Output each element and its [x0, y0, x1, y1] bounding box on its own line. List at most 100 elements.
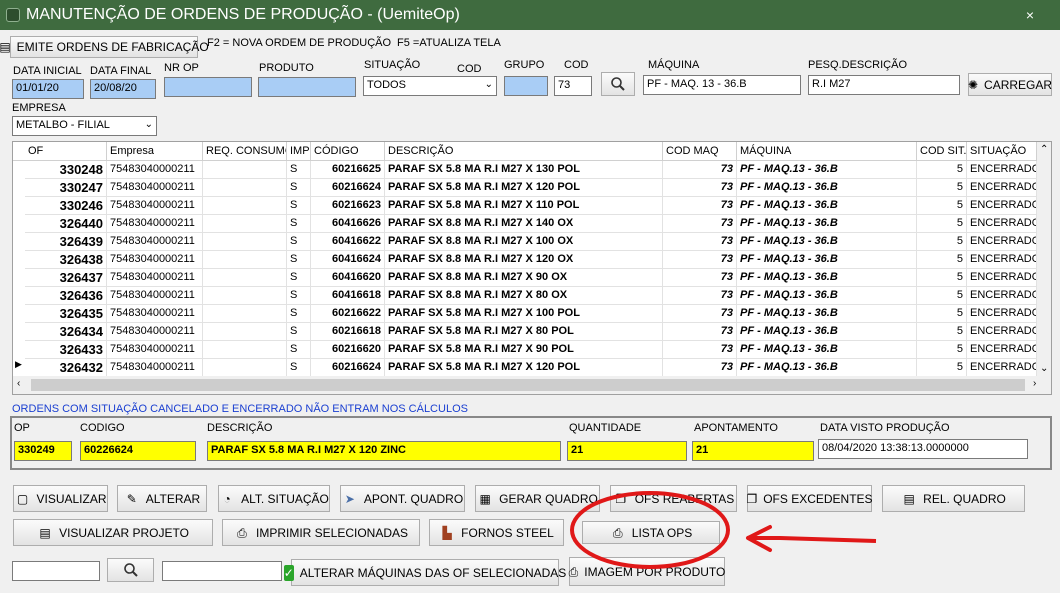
column-header[interactable]: MÁQUINA — [737, 142, 917, 161]
table-row[interactable]: 326433 75483040000211 S 60216620 PARAF SX 5.… — [13, 341, 1037, 359]
table-row[interactable]: 326438 75483040000211 S 60416624 PARAF SX 8.… — [13, 251, 1037, 269]
table-row[interactable]: 330246 75483040000211 S 60216623 PARAF SX 5.… — [13, 197, 1037, 215]
alterar-maquinas-button[interactable]: ✓ ALTERAR MÁQUINAS DAS OF SELECIONADAS — [283, 559, 566, 586]
cell-codmaq: 73 — [663, 251, 737, 269]
search-button[interactable] — [601, 72, 635, 96]
cell-situacao: ENCERRADO — [967, 341, 1037, 359]
rel-quadro-button[interactable]: ▤ REL. QUADRO — [882, 485, 1025, 512]
cell-imp: S — [287, 233, 311, 251]
visualizar-projeto-button[interactable]: ▤ VISUALIZAR PROJETO — [13, 519, 213, 546]
data-inicial-label: DATA INICIAL — [13, 65, 82, 77]
table-row[interactable]: 326435 75483040000211 S 60216622 PARAF SX 5.… — [13, 305, 1037, 323]
papers-icon: ❐ — [615, 491, 627, 506]
alterar-button[interactable]: ✎ ALTERAR — [117, 485, 207, 512]
emit-orders-button[interactable]: ▤ EMITE ORDENS DE FABRICAÇÃO — [0, 36, 209, 58]
alt-situacao-button[interactable]: ◔ ALT. SITUAÇÃO — [218, 485, 330, 512]
cell-imp: S — [287, 251, 311, 269]
column-header[interactable]: IMP — [287, 142, 311, 161]
column-header[interactable]: OF — [25, 142, 107, 161]
lista-ops-button[interactable]: ⎙ LISTA OPS — [582, 521, 720, 544]
column-header[interactable]: COD SIT. — [917, 142, 967, 161]
grupo-label: GRUPO — [504, 59, 545, 71]
table-row[interactable]: 326436 75483040000211 S 60416618 PARAF SX 8.… — [13, 287, 1037, 305]
bottom-search-input[interactable] — [12, 561, 100, 581]
scroll-thumb[interactable] — [31, 379, 1025, 391]
cell-empresa: 75483040000211 — [107, 215, 203, 233]
cell-empresa: 75483040000211 — [107, 161, 203, 179]
scroll-up-icon[interactable]: ⌃ — [1040, 144, 1048, 155]
table-row[interactable]: 326439 75483040000211 S 60416622 PARAF SX 8.… — [13, 233, 1037, 251]
column-header[interactable]: DESCRIÇÃO — [385, 142, 663, 161]
situacao-select[interactable]: TODOS ⌄ — [363, 76, 497, 96]
close-icon[interactable]: × — [1020, 7, 1040, 23]
table-row[interactable]: 326434 75483040000211 S 60216618 PARAF SX 5.… — [13, 323, 1037, 341]
red-arrow-line — [748, 536, 877, 543]
fornos-steel-button[interactable]: ▙ FORNOS STEEL — [429, 519, 564, 546]
cell-empresa: 75483040000211 — [107, 269, 203, 287]
column-header[interactable]: SITUAÇÃO — [967, 142, 1037, 161]
situacao-value: TODOS — [367, 79, 406, 91]
table-row[interactable]: 330247 75483040000211 S 60216624 PARAF SX 5.… — [13, 179, 1037, 197]
visualizar-button[interactable]: ▢ VISUALIZAR — [13, 485, 108, 512]
bottom-search-button[interactable] — [107, 558, 154, 582]
imagem-produto-button[interactable]: ⎙ IMAGEM POR PRODUTO — [569, 557, 725, 586]
scroll-left-icon[interactable]: ‹ — [17, 378, 20, 389]
send-icon: ➤ — [344, 491, 355, 506]
column-header[interactable]: COD MAQ — [663, 142, 737, 161]
chevron-down-icon: ⌄ — [144, 119, 153, 130]
maquina-label: MÁQUINA — [648, 59, 700, 71]
ofs-reabertas-button[interactable]: ❐ OFS REABERTAS — [610, 485, 737, 512]
empresa-select[interactable]: METALBO - FILIAL ⌄ — [12, 116, 157, 136]
cell-imp: S — [287, 359, 311, 377]
detail-op-value[interactable]: 330249 — [14, 441, 72, 461]
cell-descricao: PARAF SX 5.8 MA R.I M27 X 120 POL — [385, 179, 663, 197]
scroll-right-icon[interactable]: › — [1033, 378, 1036, 389]
empresa-value: METALBO - FILIAL — [16, 119, 110, 131]
red-arrow-head — [746, 525, 772, 552]
table-row[interactable]: 330248 75483040000211 S 60216625 PARAF SX 5.… — [13, 161, 1037, 179]
table-row[interactable]: ▶ 326432 75483040000211 S 60216624 PARAF SX 5… — [13, 359, 1037, 377]
imprimir-selecionadas-button[interactable]: ⎙ IMPRIMIR SELECIONADAS — [222, 519, 420, 546]
gerar-quadro-button[interactable]: ▦ GERAR QUADRO — [475, 485, 600, 512]
vertical-scrollbar[interactable]: ⌃ ⌄ — [1037, 142, 1051, 376]
cell-maquina: PF - MAQ.13 - 36.B — [737, 233, 917, 251]
nr-op-input[interactable] — [164, 77, 252, 97]
detail-quantidade-label: QUANTIDADE — [569, 422, 642, 434]
detail-data-visto-value[interactable]: 08/04/2020 13:38:13.0000000 — [818, 439, 1028, 459]
cell-descricao: PARAF SX 5.8 MA R.I M27 X 90 POL — [385, 341, 663, 359]
detail-apontamento-label: APONTAMENTO — [694, 422, 778, 434]
column-header[interactable]: CÓDIGO — [311, 142, 385, 161]
orders-grid[interactable]: OF Empresa REQ. CONSUMO IMP CÓDIGO DESCRIÇÃO C… — [12, 141, 1052, 395]
cell-codmaq: 73 — [663, 305, 737, 323]
cell-empresa: 75483040000211 — [107, 197, 203, 215]
table-row[interactable]: 326437 75483040000211 S 60416620 PARAF SX 8.… — [13, 269, 1037, 287]
horizontal-scrollbar[interactable]: ‹ › — [13, 376, 1051, 394]
carregar-button[interactable]: ✺ CARREGAR — [968, 73, 1052, 96]
alt-situacao-label: ALT. SITUAÇÃO — [241, 491, 329, 506]
ofs-excedentes-button[interactable]: ❐ OFS EXCEDENTES — [746, 485, 873, 512]
cell-situacao: ENCERRADO — [967, 269, 1037, 287]
maquina-input[interactable]: PF - MAQ. 13 - 36.B — [643, 75, 801, 95]
detail-quantidade-value[interactable]: 21 — [567, 441, 687, 461]
detail-data-visto-label: DATA VISTO PRODUÇÃO — [820, 422, 950, 434]
detail-descricao-value[interactable]: PARAF SX 5.8 MA R.I M27 X 120 ZINC — [207, 441, 561, 461]
apont-quadro-button[interactable]: ➤ APONT. QUADRO — [340, 485, 465, 512]
cell-of: 330247 — [25, 179, 107, 197]
cell-of: 326438 — [25, 251, 107, 269]
scroll-down-icon[interactable]: ⌄ — [1040, 363, 1048, 374]
produto-input[interactable] — [258, 77, 356, 97]
detail-codigo-value[interactable]: 60226624 — [80, 441, 196, 461]
detail-apontamento-value[interactable]: 21 — [692, 441, 814, 461]
hint-f5: F5 =ATUALIZA TELA — [397, 37, 501, 49]
data-inicial-input[interactable]: 01/01/20 — [12, 79, 84, 99]
data-final-input[interactable]: 20/08/20 — [90, 79, 156, 99]
grupo-input[interactable] — [504, 76, 548, 96]
table-row[interactable]: 326440 75483040000211 S 60416626 PARAF SX 8.… — [13, 215, 1037, 233]
column-header[interactable]: REQ. CONSUMO — [203, 142, 287, 161]
column-header[interactable]: Empresa — [107, 142, 203, 161]
apont-quadro-label: APONT. QUADRO — [363, 491, 464, 506]
report-icon: ▤ — [903, 491, 915, 506]
bottom-text-input[interactable] — [162, 561, 282, 581]
cod-input[interactable]: 73 — [554, 76, 592, 96]
pesq-descricao-input[interactable]: R.I M27 — [808, 75, 960, 95]
